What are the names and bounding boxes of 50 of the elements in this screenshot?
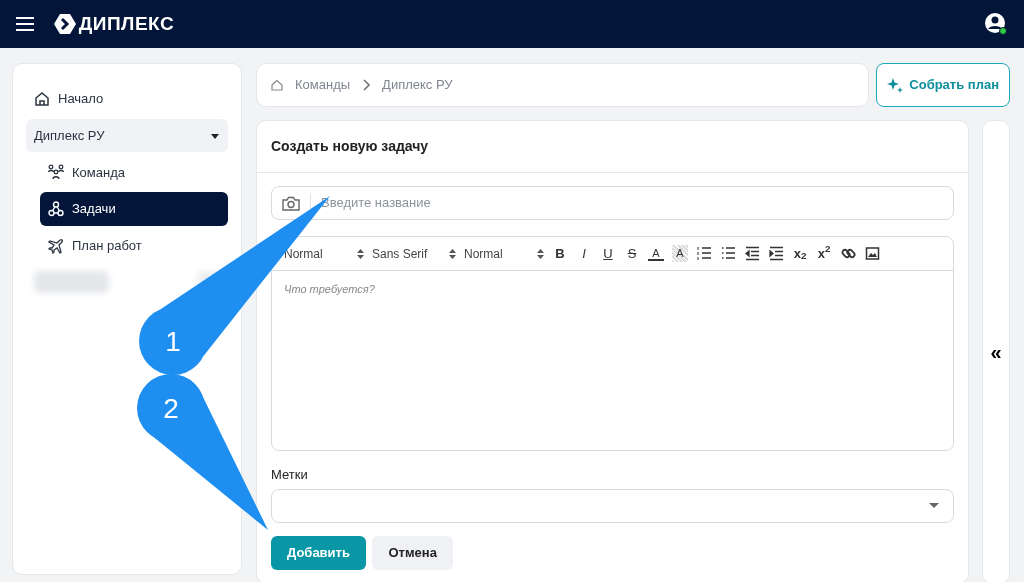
sidebar-item[interactable]: План работ	[40, 229, 228, 263]
updown-icon	[537, 248, 544, 259]
dropdown-caret-icon	[929, 503, 939, 508]
sidebar-item[interactable]: Начало	[26, 82, 228, 116]
cancel-button[interactable]: Отмена	[372, 535, 453, 570]
outdent-icon[interactable]	[744, 246, 760, 261]
group-item[interactable]: Диплекс РУ	[26, 118, 228, 153]
format-picker[interactable]: Sans Serif	[372, 244, 456, 263]
numbered-list-icon[interactable]	[696, 246, 712, 261]
home-icon	[271, 79, 283, 91]
link-icon[interactable]	[840, 246, 856, 261]
image-icon[interactable]	[864, 246, 880, 261]
callout-number: 2	[163, 393, 179, 424]
menu-icon[interactable]	[16, 17, 34, 31]
format-button[interactable]: U	[600, 243, 616, 264]
editor-placeholder[interactable]: Что требуется?	[272, 271, 953, 450]
callout-number: 1	[165, 326, 181, 357]
airplane-icon	[48, 237, 64, 254]
breadcrumb-link[interactable]: Команды	[295, 75, 351, 95]
user-avatar-icon[interactable]	[984, 12, 1008, 36]
format-button[interactable]: x$_{2}$	[792, 243, 808, 264]
form-title: Создать новую задачу	[257, 121, 968, 173]
network-icon	[48, 201, 64, 217]
chevron-icon	[362, 79, 371, 91]
format-picker[interactable]: Normal	[284, 244, 364, 263]
format-button[interactable]: A	[648, 246, 664, 261]
format-button[interactable]: S	[624, 243, 640, 264]
sidebar-item[interactable]: Команда	[40, 155, 228, 189]
format-button[interactable]: B	[552, 243, 568, 264]
updown-icon	[449, 248, 456, 259]
breadcrumb-link[interactable]: Диплекс РУ	[382, 75, 453, 95]
format-picker[interactable]: Normal	[464, 244, 544, 263]
people-icon	[48, 164, 64, 181]
format-button[interactable]: I	[576, 243, 592, 264]
camera-icon[interactable]	[282, 195, 300, 211]
updown-icon	[357, 248, 364, 259]
build-plan-button[interactable]: Собрать план	[875, 63, 1010, 107]
sparkle-icon	[886, 77, 903, 93]
task-name-field[interactable]: Введите название	[271, 186, 954, 220]
add-button[interactable]: Добавить	[271, 535, 366, 570]
format-button[interactable]: A	[672, 245, 688, 262]
indent-icon[interactable]	[768, 246, 784, 261]
tags-label: Метки	[271, 466, 309, 484]
bullet-list-icon[interactable]	[720, 246, 736, 261]
logo-icon	[53, 14, 76, 34]
collapse-panel-button[interactable]: «	[982, 120, 1010, 582]
sidebar-item[interactable]: Задачи	[40, 192, 228, 226]
brand-name: ДИПЛЕКС	[78, 11, 175, 36]
home-icon	[34, 90, 50, 107]
format-button[interactable]: x$^{2}$	[816, 243, 832, 264]
